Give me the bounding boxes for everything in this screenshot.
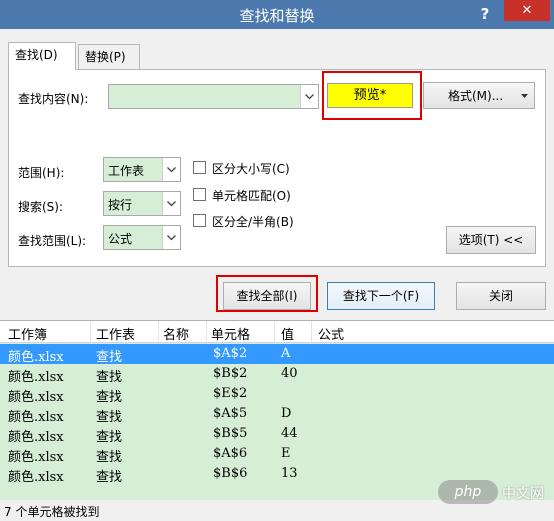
cell-sheet: 查找	[96, 350, 123, 365]
find-all-button[interactable]: 查找全部(I)	[223, 282, 311, 310]
chevron-down-icon	[521, 94, 528, 98]
cell-sheet: 查找	[96, 450, 123, 465]
cell-book: 颜色.xlsx	[8, 390, 64, 405]
cell-address: $E$2	[213, 386, 248, 401]
chevron-down-icon[interactable]	[300, 85, 318, 108]
cell-value: 13	[281, 466, 298, 481]
cell-book: 颜色.xlsx	[8, 350, 64, 365]
tab-replace[interactable]: 替换(P)	[78, 44, 140, 70]
column-header-book[interactable]: 工作簿	[8, 324, 47, 343]
find-what-input[interactable]	[108, 84, 319, 109]
match-entire-cell-label[interactable]: 单元格匹配(O)	[212, 187, 291, 204]
cell-address: $B$6	[213, 466, 248, 481]
cell-address: $B$5	[213, 426, 248, 441]
title-bar: 查找和替换 ? ✕	[0, 0, 554, 29]
column-header-cell[interactable]: 单元格	[211, 324, 250, 343]
tab-find[interactable]: 查找(D)	[8, 42, 76, 70]
match-byte-label[interactable]: 区分全/半角(B)	[212, 213, 294, 230]
cell-sheet: 查找	[96, 370, 123, 385]
table-row[interactable]: 颜色.xlsx 查找 $E$2	[0, 384, 554, 405]
cell-value: E	[281, 446, 291, 461]
cell-sheet: 查找	[96, 430, 123, 445]
close-button[interactable]: 关闭	[456, 282, 546, 310]
cell-address: $A$6	[213, 446, 248, 461]
match-byte-checkbox[interactable]	[193, 214, 206, 227]
cell-value: 40	[281, 366, 298, 381]
look-in-value: 公式	[108, 232, 133, 246]
table-row[interactable]: 颜色.xlsx 查找 $B$5 44	[0, 424, 554, 445]
format-button-label: 格式(M)...	[448, 89, 504, 103]
within-label: 范围(H):	[18, 166, 65, 180]
match-case-label[interactable]: 区分大小写(C)	[212, 160, 290, 177]
cell-book: 颜色.xlsx	[8, 470, 64, 485]
table-row[interactable]: 颜色.xlsx 查找 $A$5 D	[0, 404, 554, 425]
table-row[interactable]: 颜色.xlsx 查找 $A$2 A	[0, 344, 554, 365]
cell-address: $A$5	[213, 406, 248, 421]
cell-sheet: 查找	[96, 390, 123, 405]
table-row[interactable]: 颜色.xlsx 查找 $A$6 E	[0, 444, 554, 465]
look-in-select[interactable]: 公式	[103, 225, 181, 250]
cell-sheet: 查找	[96, 470, 123, 485]
look-in-label: 查找范围(L):	[18, 234, 87, 248]
results-header: 工作簿 工作表 名称 单元格 值 公式	[0, 321, 554, 343]
search-select[interactable]: 按行	[103, 191, 181, 216]
column-header-formula[interactable]: 公式	[318, 324, 344, 343]
watermark-site: 中文网	[502, 486, 544, 502]
match-case-checkbox[interactable]	[193, 161, 206, 174]
format-button[interactable]: 格式(M)...	[423, 82, 535, 109]
cell-address: $A$2	[213, 346, 248, 361]
cell-value: 44	[281, 426, 298, 441]
format-preview: 预览*	[327, 83, 413, 108]
table-row[interactable]: 颜色.xlsx 查找 $B$2 40	[0, 364, 554, 385]
chevron-down-icon[interactable]	[162, 158, 180, 181]
column-header-sheet[interactable]: 工作表	[96, 324, 135, 343]
help-icon[interactable]: ?	[474, 3, 496, 25]
window-title: 查找和替换	[239, 7, 315, 25]
within-value: 工作表	[108, 164, 145, 178]
results-list[interactable]: 工作簿 工作表 名称 单元格 值 公式 颜色.xlsx 查找 $A$2 A 颜色…	[0, 320, 554, 500]
search-value: 按行	[108, 198, 133, 212]
cell-value: A	[281, 346, 291, 361]
cell-value: D	[281, 406, 292, 421]
cell-book: 颜色.xlsx	[8, 370, 64, 385]
cell-book: 颜色.xlsx	[8, 430, 64, 445]
match-entire-cell-checkbox[interactable]	[193, 188, 206, 201]
close-icon[interactable]: ✕	[504, 0, 550, 21]
watermark: php 中文网	[438, 480, 550, 506]
cell-address: $B$2	[213, 366, 248, 381]
find-what-label: 查找内容(N):	[18, 92, 89, 106]
options-button[interactable]: 选项(T) <<	[446, 226, 536, 254]
chevron-down-icon[interactable]	[162, 192, 180, 215]
cell-sheet: 查找	[96, 410, 123, 425]
status-text: 7 个单元格被找到	[4, 505, 100, 519]
watermark-logo: php	[438, 480, 498, 504]
cell-book: 颜色.xlsx	[8, 450, 64, 465]
chevron-down-icon[interactable]	[162, 226, 180, 249]
cell-book: 颜色.xlsx	[8, 410, 64, 425]
find-next-button[interactable]: 查找下一个(F)	[327, 282, 435, 310]
column-header-value[interactable]: 值	[281, 324, 294, 343]
column-header-name[interactable]: 名称	[163, 324, 189, 343]
search-label: 搜索(S):	[18, 200, 64, 214]
within-select[interactable]: 工作表	[103, 157, 181, 182]
